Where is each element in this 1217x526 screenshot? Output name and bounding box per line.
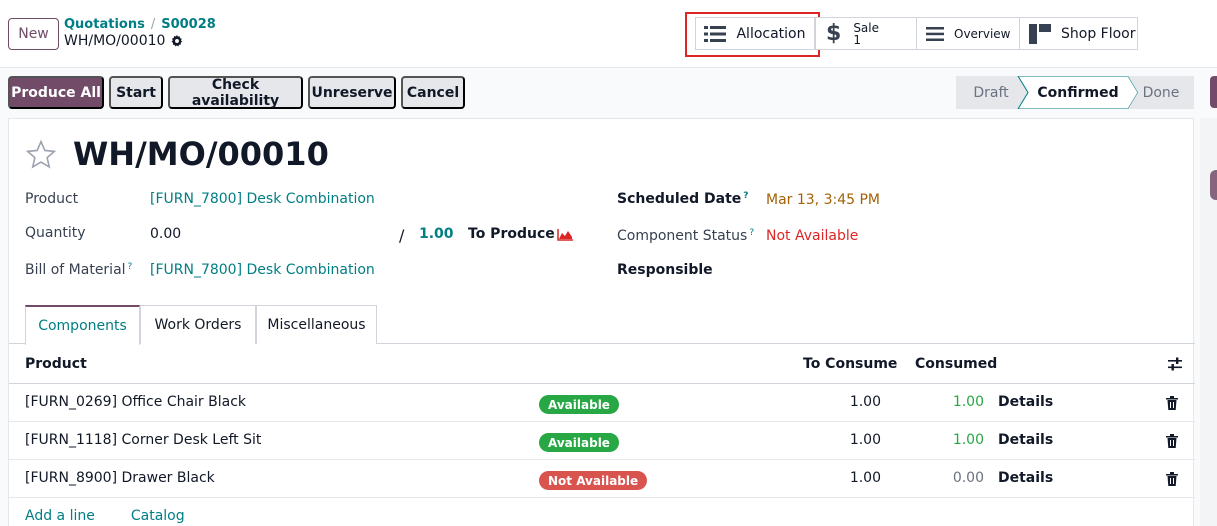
help-icon[interactable]: ? [128,262,133,272]
shop-floor-label: Shop Floor [1061,25,1136,42]
quantity-input[interactable]: 0.00 [150,226,181,242]
table-header: Product To Consume Consumed [9,344,1195,384]
scheduled-date-label: Scheduled Date? [617,191,749,207]
row-consumed[interactable]: 0.00 [924,470,984,486]
shop-floor-button[interactable]: Shop Floor [1019,17,1138,50]
bom-label: Bill of Material? [25,262,132,278]
menu-icon [926,26,944,41]
scheduled-date-label-text: Scheduled Date [617,191,742,207]
quantity-label: Quantity [25,225,86,241]
page-title: WH/MO/00010 [73,135,329,173]
help-icon[interactable]: ? [743,191,748,201]
allocation-label: Allocation [736,25,806,42]
side-panel [1200,118,1217,526]
row-to-consume[interactable]: 1.00 [821,432,881,448]
trash-icon[interactable] [1166,396,1178,410]
gear-icon[interactable] [171,35,183,47]
sale-label: Sale [853,20,879,35]
help-icon[interactable]: ? [749,228,754,238]
details-button[interactable]: Details [998,394,1053,410]
cancel-button[interactable]: Cancel [401,76,465,109]
component-status-label-text: Component Status [617,228,748,244]
column-product[interactable]: Product [25,356,87,372]
record-name: WH/MO/00010 [64,33,166,49]
sale-count: 1 [853,32,861,47]
chatter-toggle[interactable] [1210,76,1217,108]
overview-label: Overview [954,26,1011,41]
stage-done[interactable]: Done [1128,76,1194,109]
catalog-link[interactable]: Catalog [131,508,185,524]
shop-floor-icon [1029,23,1051,44]
side-panel-marker [1210,170,1217,200]
row-to-consume[interactable]: 1.00 [821,394,881,410]
status-badge: Available [539,395,619,414]
component-status-label: Component Status? [617,228,754,244]
action-bar: Produce All Start Check availability Unr… [0,68,1217,118]
product-field[interactable]: [FURN_7800] Desk Combination [150,191,375,207]
current-record: WH/MO/00010 [64,33,183,49]
bom-label-text: Bill of Material [25,262,126,278]
details-button[interactable]: Details [998,432,1053,448]
table-row[interactable]: [FURN_1118] Corner Desk Left Sit Availab… [9,422,1195,460]
row-product[interactable]: [FURN_8900] Drawer Black [25,470,215,486]
product-label: Product [25,191,79,207]
quantity-separator: / [399,226,405,245]
overview-button[interactable]: Overview [916,17,1020,50]
status-badge: Not Available [539,471,648,490]
column-consumed[interactable]: Consumed [915,356,997,372]
form-sheet: WH/MO/00010 Product [FURN_7800] Desk Com… [8,118,1195,526]
dollar-icon: $ [826,21,842,46]
trash-icon[interactable] [1166,434,1178,448]
breadcrumb-order[interactable]: S00028 [161,17,216,32]
breadcrumb-quotations[interactable]: Quotations [64,17,145,32]
bom-field[interactable]: [FURN_7800] Desk Combination [150,262,375,278]
column-settings-icon[interactable] [1168,357,1182,371]
control-panel: New Quotations / S00028 WH/MO/00010 Alloca… [0,0,1217,68]
notebook-tabs: Components Work Orders Miscellaneous [9,305,1195,345]
produce-all-button[interactable]: Produce All [8,76,104,109]
breadcrumb: Quotations / S00028 [64,17,216,32]
check-availability-button[interactable]: Check availability [168,76,303,109]
tab-components[interactable]: Components [25,305,140,345]
table-footer: Add a line Catalog [25,508,221,524]
trash-icon[interactable] [1166,472,1178,486]
tab-work-orders[interactable]: Work Orders [140,305,256,344]
sale-button[interactable]: $ Sale 1 [815,17,917,50]
tab-miscellaneous[interactable]: Miscellaneous [256,305,377,344]
component-status-value: Not Available [766,228,859,244]
quantity-target[interactable]: 1.00 [419,226,454,242]
row-product[interactable]: [FURN_1118] Corner Desk Left Sit [25,432,261,448]
allocation-button[interactable]: Allocation [695,17,815,50]
responsible-label: Responsible [617,262,713,278]
star-icon[interactable] [25,139,57,171]
row-consumed[interactable]: 1.00 [924,394,984,410]
table-row[interactable]: [FURN_8900] Drawer Black Not Available 1… [9,460,1195,498]
row-to-consume[interactable]: 1.00 [821,470,881,486]
row-consumed[interactable]: 1.00 [924,432,984,448]
stage-confirmed[interactable]: Confirmed [1018,76,1138,109]
row-product[interactable]: [FURN_0269] Office Chair Black [25,394,246,410]
start-button[interactable]: Start [109,76,163,109]
stage-draft[interactable]: Draft [956,76,1026,109]
add-line-link[interactable]: Add a line [25,508,95,524]
new-button[interactable]: New [8,18,59,50]
unreserve-button[interactable]: Unreserve [308,76,396,109]
column-to-consume[interactable]: To Consume [803,356,897,372]
list-icon [704,25,727,42]
details-button[interactable]: Details [998,470,1053,486]
table-row[interactable]: [FURN_0269] Office Chair Black Available… [9,384,1195,422]
breadcrumb-separator: / [150,17,156,32]
status-bar: Draft Confirmed Done [956,76,1194,109]
scheduled-date-field[interactable]: Mar 13, 3:45 PM [766,192,880,208]
status-badge: Available [539,433,619,452]
sale-stat: Sale 1 [853,22,879,46]
area-chart-icon[interactable] [557,229,573,241]
to-produce-label: To Produce [468,226,555,242]
